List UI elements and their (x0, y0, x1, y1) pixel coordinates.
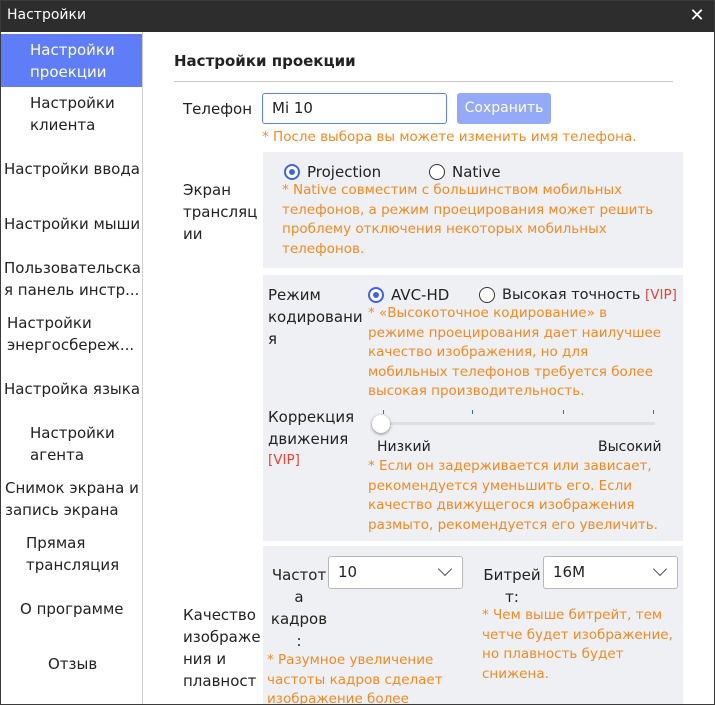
chevron-down-icon (437, 561, 453, 577)
close-icon[interactable]: ✕ (686, 4, 708, 28)
radio-avc-hd[interactable] (368, 287, 384, 303)
sidebar-item-label: О программе (20, 600, 124, 618)
window-title: Настройки (7, 7, 87, 23)
sidebar-item-label: Прямая трансляция (26, 534, 120, 574)
main-content: Настройки проекции Телефон Mi 10 Сохрани… (143, 32, 714, 704)
screen-mode-panel: Projection Native * Native совместим с б… (263, 152, 683, 268)
encoding-note: * «Высокоточное кодирование» в режиме пр… (368, 305, 662, 399)
sidebar-item-screenshot-recording[interactable]: Снимок экрана и запись экрана (1, 477, 142, 521)
encoding-panel: Режим кодировани я AVC-HD Высокая точнос… (263, 275, 683, 541)
bitrate-select[interactable]: 16M (543, 556, 678, 589)
radio-projection[interactable] (284, 164, 300, 180)
screen-mode-label: Экран трансляц ии (183, 181, 258, 243)
option-high-precision-label[interactable]: Высокая точность [VIP] (502, 284, 677, 306)
settings-window: Настройки ✕ Настройки проекции Настройки… (0, 0, 715, 705)
sidebar-item-input[interactable]: Настройки ввода (1, 158, 142, 180)
phone-label: Телефон (183, 100, 253, 118)
quality-panel: Частот а кадров : 10 * Разумное увеличен… (263, 546, 683, 704)
radio-high-precision[interactable] (479, 287, 495, 303)
vip-badge: [VIP] (645, 287, 677, 303)
sidebar-item-mouse[interactable]: Настройки мыши (1, 213, 142, 235)
vip-badge: [VIP] (268, 452, 300, 468)
sidebar-item-label: Настройки клиента (30, 94, 115, 134)
sidebar-item-label: Отзыв (48, 655, 98, 673)
sidebar-item-label: Настройки проекции (30, 41, 115, 81)
slider-tick (383, 410, 384, 414)
sidebar-item-label: Настройки агента (30, 424, 115, 464)
sidebar-item-label: Настройки энергосбереж... (7, 314, 135, 354)
section-divider (174, 81, 673, 82)
sidebar-item-label: Настройка языка (4, 380, 141, 398)
bitrate-label: Битрей т: (483, 566, 541, 606)
option-projection-label[interactable]: Projection (307, 161, 381, 183)
fps-note: * Разумное увеличение частоты кадров сде… (267, 652, 443, 704)
slider-tick (472, 410, 473, 414)
motion-note: * Если он задерживается или зависает, ре… (368, 458, 658, 533)
sidebar-item-label: Настройки мыши (4, 215, 141, 233)
save-button[interactable]: Сохранить (457, 93, 551, 124)
sidebar-item-feedback[interactable]: Отзыв (1, 653, 142, 675)
sidebar-item-power-saving[interactable]: Настройки энергосбереж... (1, 312, 142, 356)
phone-note: * После выбора вы можете изменить имя те… (262, 129, 637, 145)
bitrate-note: * Чем выше битрейт, тем четче будет изоб… (482, 607, 673, 682)
chevron-down-icon (652, 561, 668, 577)
slider-min-label: Низкий (377, 439, 431, 455)
option-native-label[interactable]: Native (452, 161, 501, 183)
radio-native[interactable] (429, 164, 445, 180)
slider-max-label: Высокий (598, 439, 662, 455)
option-avc-hd-label[interactable]: AVC-HD (391, 284, 449, 306)
motion-slider-handle[interactable] (372, 415, 390, 433)
sidebar-item-about[interactable]: О программе (1, 598, 142, 620)
sidebar-item-label: Пользовательская панель инстр... (4, 259, 141, 299)
sidebar-item-client[interactable]: Настройки клиента (1, 92, 142, 136)
sidebar-item-live-stream[interactable]: Прямая трансляция (1, 532, 142, 576)
motion-label: Коррекция движения [VIP] (268, 406, 354, 471)
encoding-label: Режим кодировани я (268, 286, 363, 348)
fps-select[interactable]: 10 (328, 556, 463, 589)
motion-slider-track (380, 422, 655, 425)
fps-label: Частот а кадров : (270, 566, 328, 650)
slider-tick (653, 410, 654, 414)
slider-tick (563, 410, 564, 414)
screen-mode-note: * Native совместим с большинством мобиль… (282, 182, 654, 257)
sidebar-item-label: Снимок экрана и запись экрана (5, 479, 139, 519)
section-title: Настройки проекции (174, 52, 356, 70)
sidebar-item-agent[interactable]: Настройки агента (1, 422, 142, 466)
sidebar-item-projection[interactable]: Настройки проекции (1, 34, 142, 87)
quality-label: Качество изображе ния и плавност (183, 606, 261, 690)
phone-name-input[interactable]: Mi 10 (262, 93, 447, 124)
sidebar-item-language[interactable]: Настройка языка (1, 378, 142, 400)
title-bar: Настройки ✕ (1, 1, 714, 32)
sidebar-item-label: Настройки ввода (4, 160, 140, 178)
sidebar-item-toolbar[interactable]: Пользовательская панель инстр... (1, 257, 142, 301)
sidebar: Настройки проекции Настройки клиента Нас… (1, 32, 143, 704)
